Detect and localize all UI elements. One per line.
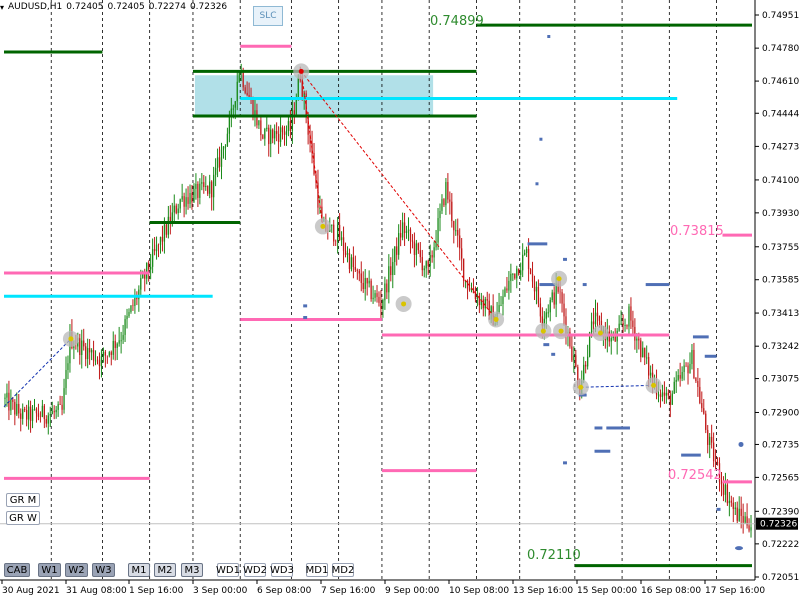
anchor-dot (493, 316, 499, 322)
anchor-dot (558, 328, 564, 334)
blue-marker (563, 461, 567, 465)
blue-marker (551, 352, 556, 356)
price-tick-label: 0.74100 (762, 176, 799, 186)
price-tick-label: 0.74951 (762, 11, 799, 21)
price-tick-label: 0.74273 (762, 142, 799, 152)
symbol-header: ▾ AUDUSD,H1 0.72405 0.72405 0.72274 0.72… (0, 0, 227, 14)
blue-marker (303, 304, 308, 308)
price-tick-label: 0.72735 (762, 440, 799, 450)
anchor-dot (556, 276, 562, 282)
header-high: 0.72405 (107, 2, 145, 12)
blue-marker (606, 426, 630, 430)
button-w2[interactable]: W2 (65, 563, 88, 577)
button-cab[interactable]: CAB (4, 563, 30, 577)
anchor-dot (597, 330, 603, 336)
gr-m-button[interactable]: GR M (6, 493, 40, 507)
price-tick-label: 0.73242 (762, 342, 799, 352)
anchor-dot (320, 223, 326, 229)
price-tick-label: 0.72390 (762, 507, 799, 517)
button-m2[interactable]: M2 (154, 563, 176, 577)
blue-dot (735, 546, 743, 551)
blue-marker (527, 242, 548, 246)
level-label: 0.74899 (430, 14, 484, 29)
anchor-dot (578, 384, 584, 390)
anchor-dot (298, 68, 304, 74)
time-tick-label: 31 Aug 08:00 (66, 586, 127, 596)
blue-marker (645, 283, 670, 287)
price-chart: 0.74951 0.74780 0.74610 0.74444 0.74273 0.741… (0, 0, 799, 596)
price-tick-label: 0.74444 (762, 109, 799, 119)
current-price-label: 0.72326 (760, 520, 797, 530)
blue-marker (704, 354, 717, 358)
anchor-dot (68, 336, 74, 342)
zone-rect (194, 75, 434, 116)
time-tick-label: 7 Sep 16:00 (321, 586, 376, 596)
slc-button[interactable]: SLC (253, 6, 283, 26)
blue-dot (738, 441, 744, 447)
header-low: 0.72274 (148, 2, 186, 12)
button-m3[interactable]: M3 (181, 563, 203, 577)
button-wd3[interactable]: WD3 (270, 563, 294, 577)
button-md2[interactable]: MD2 (332, 563, 354, 577)
blue-marker (563, 257, 567, 261)
button-w1[interactable]: W1 (38, 563, 61, 577)
level-label: 0.72110 (527, 548, 581, 563)
price-tick-label: 0.73755 (762, 243, 799, 253)
price-tick-label: 0.73075 (762, 375, 799, 385)
collapse-icon[interactable]: ▾ (0, 3, 4, 12)
supply-zone (194, 75, 434, 116)
time-tick-label: 6 Sep 08:00 (257, 586, 312, 596)
blue-marker (594, 426, 603, 430)
price-tick-label: 0.73413 (762, 309, 799, 319)
price-tick-label: 0.73585 (762, 276, 799, 286)
blue-marker (303, 316, 308, 320)
button-w3[interactable]: W3 (92, 563, 115, 577)
blue-marker (681, 453, 701, 457)
price-tick-label: 0.72222 (762, 540, 799, 550)
price-tick-label: 0.74780 (762, 44, 799, 54)
header-symbol: AUDUSD,H1 (8, 2, 63, 12)
time-axis: 30 Aug 2021 31 Aug 08:00 1 Sep 16:00 3 Sep … (0, 579, 765, 596)
price-tick-label: 0.73930 (762, 209, 799, 219)
button-wd2[interactable]: WD2 (243, 563, 267, 577)
button-md1[interactable]: MD1 (306, 563, 328, 577)
time-tick-label: 13 Sep 16:00 (513, 586, 573, 596)
level-label: 0.72542 (668, 468, 722, 483)
price-tick-label: 0.74610 (762, 77, 799, 87)
anchor-dot (540, 328, 546, 334)
anchor-dot (401, 301, 407, 307)
button-wd1[interactable]: WD1 (216, 563, 240, 577)
blue-marker (692, 335, 709, 339)
time-tick-label: 16 Sep 08:00 (641, 586, 701, 596)
blue-marker (716, 507, 721, 511)
level-label: 0.73815 (670, 224, 724, 239)
blue-marker (582, 283, 587, 287)
gr-w-button[interactable]: GR W (6, 511, 40, 525)
time-tick-label: 10 Sep 08:00 (449, 586, 509, 596)
blue-marker (543, 343, 550, 347)
price-tick-label: 0.72051 (762, 573, 799, 583)
blue-marker (594, 449, 611, 453)
anchor-dot (651, 382, 657, 388)
header-close: 0.72326 (189, 2, 228, 12)
blue-marker (539, 137, 543, 141)
time-tick-label: 9 Sep 00:00 (385, 586, 440, 596)
price-tick-label: 0.72565 (762, 473, 799, 483)
time-tick-label: 3 Sep 00:00 (193, 586, 248, 596)
time-tick-label: 15 Sep 00:00 (577, 586, 637, 596)
time-tick-label: 1 Sep 16:00 (129, 586, 184, 596)
time-tick-label: 17 Sep 16:00 (705, 586, 765, 596)
button-m1[interactable]: M1 (128, 563, 150, 577)
time-tick-label: 30 Aug 2021 (2, 586, 60, 596)
header-open: 0.72405 (66, 2, 104, 12)
blue-marker (547, 35, 551, 39)
blue-marker (535, 182, 539, 186)
price-tick-label: 0.72900 (762, 408, 799, 418)
